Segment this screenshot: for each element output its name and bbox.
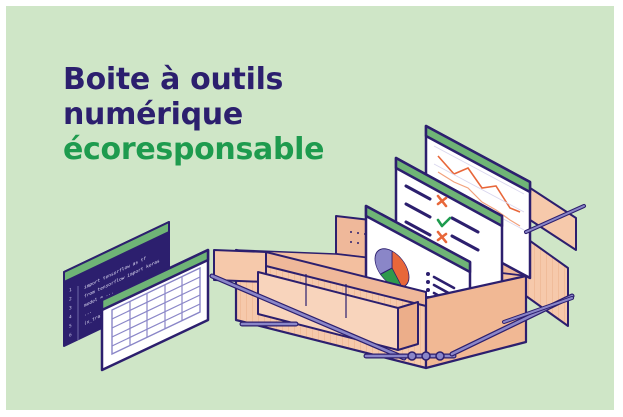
hinge-knobs: [407, 351, 445, 361]
toolbox-illustration: 1 2 3 4 5 6 import tensorflow as tf from…: [63, 124, 586, 372]
hero-banner: Boite à outils numérique écoresponsable …: [6, 6, 614, 410]
